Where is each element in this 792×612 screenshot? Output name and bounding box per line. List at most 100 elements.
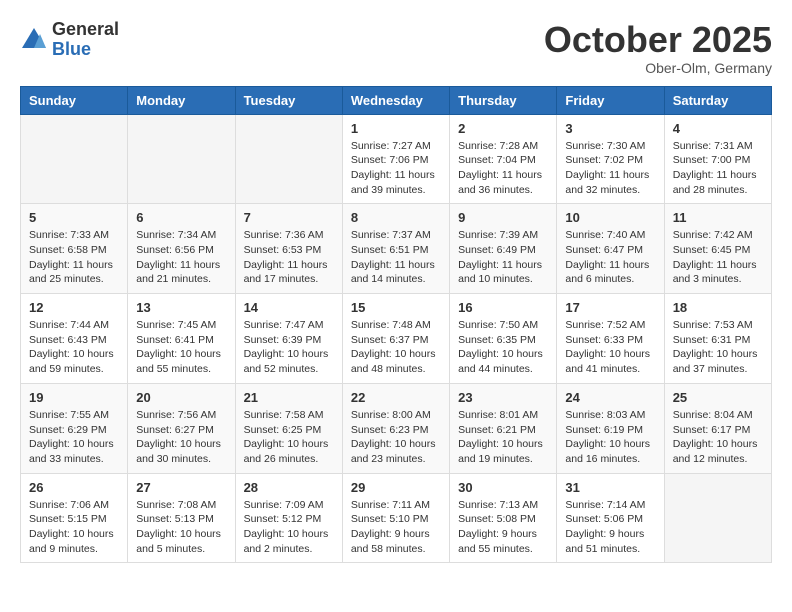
weekday-header-tuesday: Tuesday (235, 86, 342, 114)
day-info: Sunrise: 7:44 AM Sunset: 6:43 PM Dayligh… (29, 318, 119, 377)
calendar-week-row: 19 Sunrise: 7:55 AM Sunset: 6:29 PM Dayli… (21, 383, 772, 473)
page-header: General Blue October 2025 Ober-Olm, Germ… (20, 20, 772, 76)
day-info: Sunrise: 7:53 AM Sunset: 6:31 PM Dayligh… (673, 318, 763, 377)
calendar-cell: 26 Sunrise: 7:06 AM Sunset: 5:15 PM Dayli… (21, 473, 128, 563)
calendar-cell: 5 Sunrise: 7:33 AM Sunset: 6:58 PM Daylig… (21, 204, 128, 294)
day-info: Sunrise: 7:55 AM Sunset: 6:29 PM Dayligh… (29, 408, 119, 467)
calendar-cell (235, 114, 342, 204)
calendar-cell: 20Sunrise: 7:56 AM Sunset: 6:27 PM Dayli… (128, 383, 235, 473)
calendar-cell: 10 Sunrise: 7:40 AM Sunset: 6:47 PM Dayli… (557, 204, 664, 294)
day-info: Sunrise: 8:01 AM Sunset: 6:21 PM Dayligh… (458, 408, 548, 467)
day-info: Sunrise: 7:47 AM Sunset: 6:39 PM Dayligh… (244, 318, 334, 377)
day-number: 31 (565, 480, 655, 495)
calendar-cell: 27 Sunrise: 7:08 AM Sunset: 5:13 PM Dayli… (128, 473, 235, 563)
day-info: Sunrise: 7:37 AM Sunset: 6:51 PM Dayligh… (351, 228, 441, 287)
day-number: 18 (673, 300, 763, 315)
day-number: 17 (565, 300, 655, 315)
day-info: Sunrise: 7:31 AM Sunset: 7:00 PM Dayligh… (673, 139, 763, 198)
day-number: 5 (29, 210, 119, 225)
calendar-week-row: 26 Sunrise: 7:06 AM Sunset: 5:15 PM Dayli… (21, 473, 772, 563)
day-number: 19 (29, 390, 119, 405)
calendar-cell: 2Sunrise: 7:28 AM Sunset: 7:04 PM Daylig… (450, 114, 557, 204)
day-number: 11 (673, 210, 763, 225)
calendar-cell: 16 Sunrise: 7:50 AM Sunset: 6:35 PM Dayli… (450, 294, 557, 384)
day-number: 1 (351, 121, 441, 136)
day-number: 23 (458, 390, 548, 405)
title-area: October 2025 Ober-Olm, Germany (544, 20, 772, 76)
calendar-cell: 4 Sunrise: 7:31 AM Sunset: 7:00 PM Daylig… (664, 114, 771, 204)
calendar-week-row: 12 Sunrise: 7:44 AM Sunset: 6:43 PM Dayli… (21, 294, 772, 384)
calendar-cell (664, 473, 771, 563)
day-number: 28 (244, 480, 334, 495)
logo-text: General Blue (52, 20, 119, 60)
day-info: Sunrise: 7:13 AM Sunset: 5:08 PM Dayligh… (458, 498, 548, 557)
day-number: 4 (673, 121, 763, 136)
day-number: 29 (351, 480, 441, 495)
day-info: Sunrise: 7:30 AM Sunset: 7:02 PM Dayligh… (565, 139, 655, 198)
day-info: Sunrise: 7:50 AM Sunset: 6:35 PM Dayligh… (458, 318, 548, 377)
weekday-header-wednesday: Wednesday (342, 86, 449, 114)
day-info: Sunrise: 7:28 AM Sunset: 7:04 PM Dayligh… (458, 139, 548, 198)
day-info: Sunrise: 7:11 AM Sunset: 5:10 PM Dayligh… (351, 498, 441, 557)
logo-icon (20, 26, 48, 54)
calendar-cell: 18 Sunrise: 7:53 AM Sunset: 6:31 PM Dayli… (664, 294, 771, 384)
calendar-cell: 21Sunrise: 7:58 AM Sunset: 6:25 PM Dayli… (235, 383, 342, 473)
day-info: Sunrise: 7:58 AM Sunset: 6:25 PM Dayligh… (244, 408, 334, 467)
day-number: 14 (244, 300, 334, 315)
calendar-cell: 8Sunrise: 7:37 AM Sunset: 6:51 PM Daylig… (342, 204, 449, 294)
day-info: Sunrise: 7:48 AM Sunset: 6:37 PM Dayligh… (351, 318, 441, 377)
calendar-cell: 12 Sunrise: 7:44 AM Sunset: 6:43 PM Dayli… (21, 294, 128, 384)
day-info: Sunrise: 8:03 AM Sunset: 6:19 PM Dayligh… (565, 408, 655, 467)
day-number: 27 (136, 480, 226, 495)
calendar-cell: 15 Sunrise: 7:48 AM Sunset: 6:37 PM Dayli… (342, 294, 449, 384)
calendar-cell (128, 114, 235, 204)
weekday-header-monday: Monday (128, 86, 235, 114)
day-info: Sunrise: 7:34 AM Sunset: 6:56 PM Dayligh… (136, 228, 226, 287)
calendar-cell: 1Sunrise: 7:27 AM Sunset: 7:06 PM Daylig… (342, 114, 449, 204)
weekday-header-thursday: Thursday (450, 86, 557, 114)
day-number: 20 (136, 390, 226, 405)
calendar-cell: 7Sunrise: 7:36 AM Sunset: 6:53 PM Daylig… (235, 204, 342, 294)
calendar-table: SundayMondayTuesdayWednesdayThursdayFrid… (20, 86, 772, 564)
day-number: 6 (136, 210, 226, 225)
weekday-header-sunday: Sunday (21, 86, 128, 114)
calendar-week-row: 1Sunrise: 7:27 AM Sunset: 7:06 PM Daylig… (21, 114, 772, 204)
calendar-cell: 24 Sunrise: 8:03 AM Sunset: 6:19 PM Dayli… (557, 383, 664, 473)
day-number: 26 (29, 480, 119, 495)
calendar-cell: 31 Sunrise: 7:14 AM Sunset: 5:06 PM Dayli… (557, 473, 664, 563)
calendar-cell: 19 Sunrise: 7:55 AM Sunset: 6:29 PM Dayli… (21, 383, 128, 473)
day-info: Sunrise: 8:04 AM Sunset: 6:17 PM Dayligh… (673, 408, 763, 467)
day-number: 12 (29, 300, 119, 315)
day-number: 10 (565, 210, 655, 225)
day-info: Sunrise: 7:39 AM Sunset: 6:49 PM Dayligh… (458, 228, 548, 287)
day-info: Sunrise: 7:08 AM Sunset: 5:13 PM Dayligh… (136, 498, 226, 557)
calendar-cell: 6 Sunrise: 7:34 AM Sunset: 6:56 PM Daylig… (128, 204, 235, 294)
day-info: Sunrise: 7:06 AM Sunset: 5:15 PM Dayligh… (29, 498, 119, 557)
day-number: 7 (244, 210, 334, 225)
day-info: Sunrise: 8:00 AM Sunset: 6:23 PM Dayligh… (351, 408, 441, 467)
calendar-cell: 3Sunrise: 7:30 AM Sunset: 7:02 PM Daylig… (557, 114, 664, 204)
logo-line2: Blue (52, 40, 119, 60)
calendar-cell: 23 Sunrise: 8:01 AM Sunset: 6:21 PM Dayli… (450, 383, 557, 473)
calendar-cell (21, 114, 128, 204)
calendar-cell: 9Sunrise: 7:39 AM Sunset: 6:49 PM Daylig… (450, 204, 557, 294)
logo: General Blue (20, 20, 119, 60)
calendar-cell: 11Sunrise: 7:42 AM Sunset: 6:45 PM Dayli… (664, 204, 771, 294)
day-info: Sunrise: 7:40 AM Sunset: 6:47 PM Dayligh… (565, 228, 655, 287)
calendar-week-row: 5 Sunrise: 7:33 AM Sunset: 6:58 PM Daylig… (21, 204, 772, 294)
weekday-header-friday: Friday (557, 86, 664, 114)
day-info: Sunrise: 7:14 AM Sunset: 5:06 PM Dayligh… (565, 498, 655, 557)
day-info: Sunrise: 7:33 AM Sunset: 6:58 PM Dayligh… (29, 228, 119, 287)
location: Ober-Olm, Germany (544, 60, 772, 76)
day-number: 24 (565, 390, 655, 405)
day-number: 22 (351, 390, 441, 405)
calendar-cell: 17Sunrise: 7:52 AM Sunset: 6:33 PM Dayli… (557, 294, 664, 384)
calendar-cell: 30Sunrise: 7:13 AM Sunset: 5:08 PM Dayli… (450, 473, 557, 563)
day-number: 15 (351, 300, 441, 315)
calendar-cell: 14 Sunrise: 7:47 AM Sunset: 6:39 PM Dayli… (235, 294, 342, 384)
day-number: 25 (673, 390, 763, 405)
calendar-cell: 22 Sunrise: 8:00 AM Sunset: 6:23 PM Dayli… (342, 383, 449, 473)
month-title: October 2025 (544, 20, 772, 60)
calendar-cell: 29 Sunrise: 7:11 AM Sunset: 5:10 PM Dayli… (342, 473, 449, 563)
day-number: 16 (458, 300, 548, 315)
